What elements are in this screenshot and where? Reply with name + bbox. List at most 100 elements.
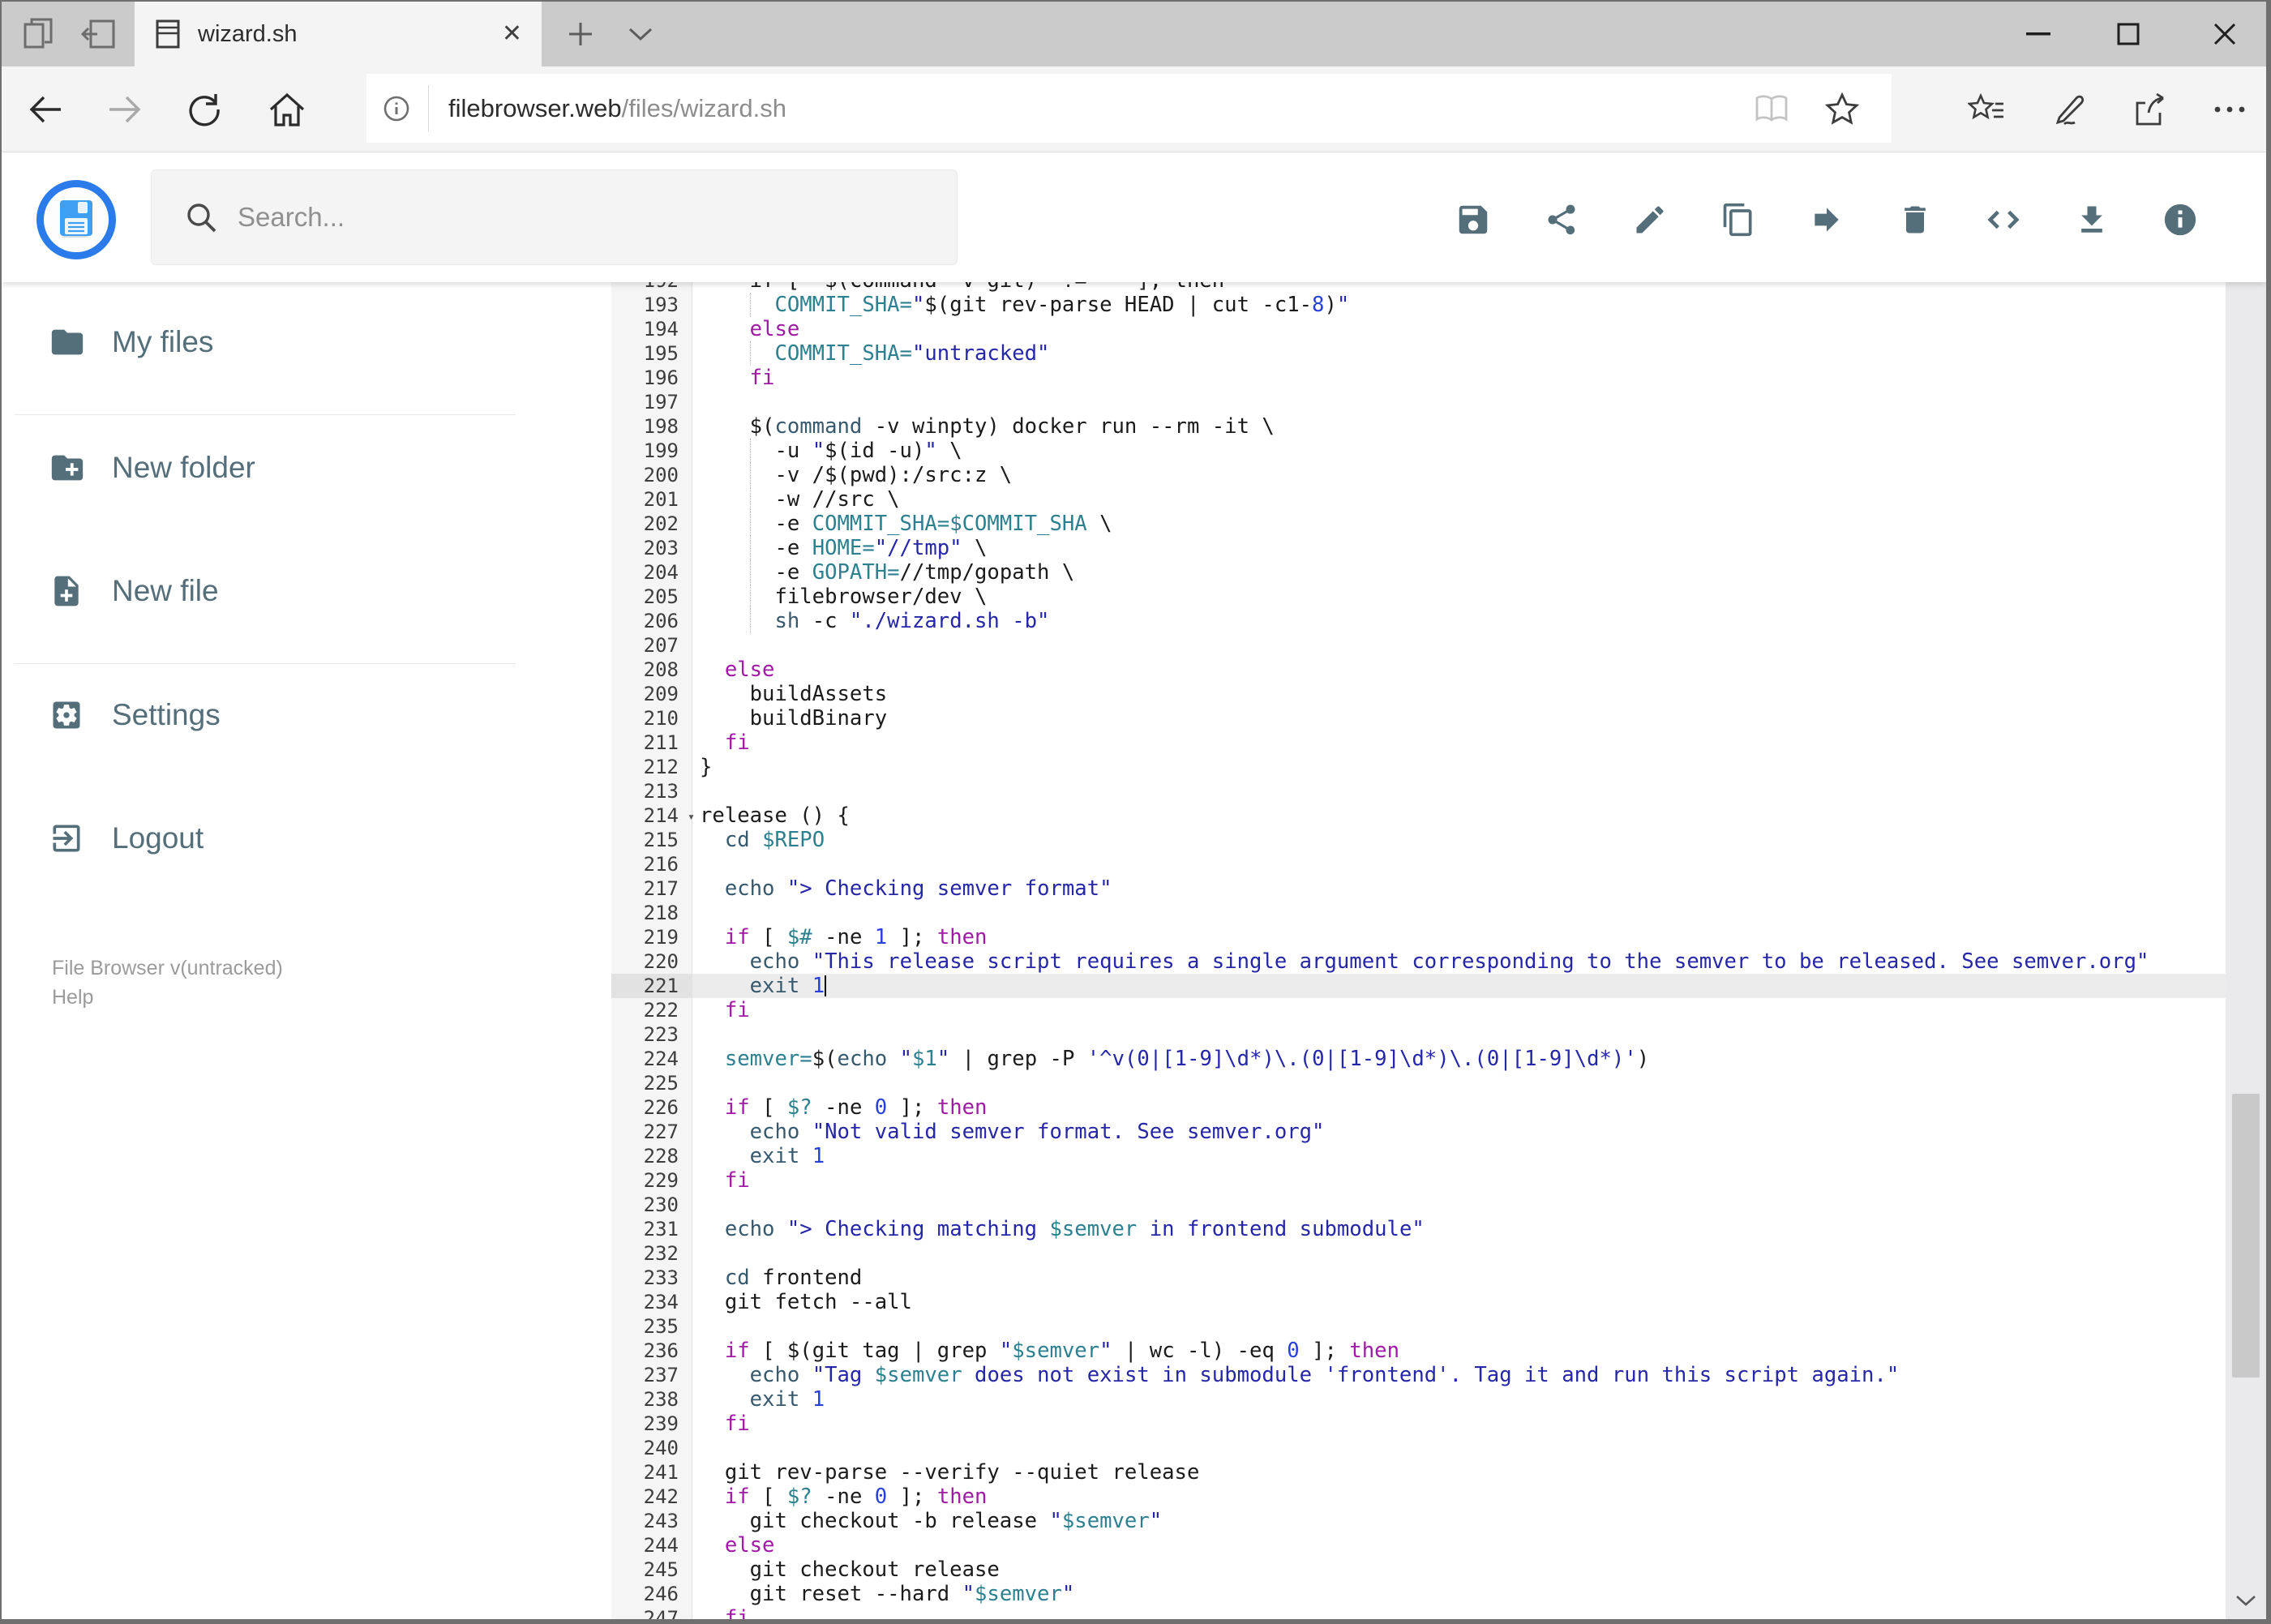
- minimize-icon[interactable]: [2002, 2, 2075, 66]
- code-row: -e GOPATH=//tmp/gopath \: [692, 560, 2228, 585]
- sidebar-item-new-file[interactable]: New file: [2, 560, 529, 622]
- tab-title: wizard.sh: [198, 20, 298, 47]
- gutter-cell: 222: [643, 999, 679, 1022]
- code-row: if [ $? -ne 0 ]; then: [724, 1485, 988, 1509]
- gutter-cell: 202: [643, 512, 679, 535]
- gutter-cell: 211: [643, 731, 679, 754]
- more-options-icon[interactable]: [2199, 66, 2260, 152]
- sidebar-item-settings[interactable]: Settings: [2, 684, 529, 746]
- sidebar-item-label: Logout: [112, 821, 204, 855]
- tab-preview-icon[interactable]: [13, 2, 65, 66]
- url-box[interactable]: filebrowser.web/files/wizard.sh: [366, 74, 1892, 143]
- code-row: -w //src \: [692, 487, 2228, 512]
- save-icon[interactable]: [1442, 189, 1504, 251]
- code-row: exit 1: [749, 1387, 825, 1412]
- home-icon[interactable]: [256, 66, 318, 152]
- code-row: semver=$(echo "$1" | grep -P '^v(0|[1-9]…: [724, 1047, 1650, 1071]
- help-link[interactable]: Help: [52, 986, 93, 1009]
- code-row: buildBinary: [700, 706, 888, 731]
- vertical-scrollbar[interactable]: [2226, 153, 2266, 1619]
- back-icon[interactable]: [15, 66, 76, 152]
- page-info-icon[interactable]: [383, 95, 410, 122]
- gutter-cell: 192: [611, 282, 692, 293]
- edit-icon[interactable]: [1619, 189, 1681, 251]
- code-row: cd $REPO: [724, 828, 825, 852]
- share-page-icon[interactable]: [2119, 66, 2181, 152]
- search-box[interactable]: Search...: [151, 169, 958, 265]
- tab-dropdown-icon[interactable]: [615, 2, 666, 66]
- code-row: git rev-parse --verify --quiet release: [700, 1460, 1200, 1485]
- code-row: [692, 633, 2228, 658]
- code-row: if [ $# -ne 1 ]; then: [724, 925, 988, 949]
- sidebar-item-my-files[interactable]: My files: [2, 311, 529, 373]
- favorites-hub-icon[interactable]: [1956, 66, 2017, 152]
- gutter-cell: 204: [643, 561, 679, 584]
- code-row: [692, 1314, 2228, 1339]
- url-path: /files/wizard.sh: [621, 93, 786, 122]
- scrollbar-thumb[interactable]: [2232, 1094, 2260, 1378]
- sidebar-item-logout[interactable]: Logout: [2, 808, 529, 869]
- code-row: if [ $(git tag | grep "$semver" | wc -l)…: [724, 1339, 1399, 1363]
- gutter-cell: 227: [643, 1121, 679, 1143]
- sidebar-item-new-folder[interactable]: New folder: [2, 437, 529, 499]
- code-icon[interactable]: [1973, 189, 2034, 251]
- maximize-icon[interactable]: [2092, 2, 2165, 66]
- tab-document-icon: [156, 19, 180, 49]
- share-icon[interactable]: [1531, 189, 1592, 251]
- gutter-cell: 216: [643, 853, 679, 876]
- url-host: filebrowser.web: [448, 93, 622, 122]
- move-icon[interactable]: [1796, 189, 1858, 251]
- reading-view-icon[interactable]: [1754, 94, 1789, 123]
- code-editor[interactable]: if [ "$(command -v git)" != "" ]; then C…: [611, 282, 2228, 1619]
- scroll-down-icon[interactable]: [2226, 1582, 2266, 1619]
- code-row: fi: [724, 731, 750, 755]
- code-row: filebrowser/dev \: [692, 585, 2228, 609]
- fold-marker-icon[interactable]: ▾: [688, 804, 695, 829]
- tab-wizard-sh[interactable]: wizard.sh ✕: [135, 2, 542, 66]
- sidebar: My files New folder New file Settings Lo…: [2, 282, 529, 1619]
- gutter-cell: 242: [643, 1485, 679, 1508]
- favorite-star-icon[interactable]: [1825, 92, 1859, 125]
- gutter-cell: 247: [643, 1607, 679, 1619]
- code-row: if [ "$(command -v git)" != "" ]; then: [692, 282, 2228, 293]
- code-row: COMMIT_SHA="untracked": [692, 341, 2228, 366]
- tab-close-icon[interactable]: ✕: [502, 22, 522, 46]
- gutter-cell: 207: [643, 634, 679, 657]
- copy-icon[interactable]: [1708, 189, 1769, 251]
- gutter-cell: 205: [643, 585, 679, 608]
- gutter-cell: 244: [643, 1534, 679, 1557]
- gutter-cell: 200: [643, 464, 679, 486]
- gutter-cell: 229: [643, 1169, 679, 1192]
- folder-icon: [49, 324, 86, 361]
- code-row: sh -c "./wizard.sh -b": [692, 609, 2228, 633]
- close-icon[interactable]: [2188, 2, 2261, 66]
- code-row: else: [724, 1533, 775, 1558]
- new-tab-icon[interactable]: [555, 2, 606, 66]
- code-row: exit 1: [692, 974, 2228, 998]
- info-icon[interactable]: [2149, 189, 2211, 251]
- refresh-icon[interactable]: [174, 66, 235, 152]
- delete-icon[interactable]: [1884, 189, 1946, 251]
- gutter-cell: 194: [643, 318, 679, 341]
- code-row: -v /$(pwd):/src:z \: [692, 463, 2228, 487]
- gutter-cell: 243: [643, 1510, 679, 1532]
- code-row: echo "Not valid semver format. See semve…: [749, 1120, 1325, 1144]
- search-placeholder: Search...: [238, 202, 345, 232]
- filebrowser-logo[interactable]: [36, 180, 116, 259]
- address-bar: filebrowser.web/files/wizard.sh: [2, 66, 2266, 152]
- gutter-cell: 233: [643, 1266, 679, 1289]
- sidebar-item-label: Settings: [112, 698, 221, 731]
- gutter-cell: 196: [643, 366, 679, 389]
- code-row: buildAssets: [700, 682, 888, 706]
- code-row: git fetch --all: [700, 1290, 912, 1314]
- web-note-icon[interactable]: [2037, 66, 2098, 152]
- code-row: [692, 1022, 2228, 1047]
- forward-icon[interactable]: [94, 66, 156, 152]
- gutter-cell: 228: [643, 1145, 679, 1168]
- code-row: [692, 390, 2228, 414]
- code-row: git checkout release: [700, 1558, 1000, 1582]
- code-row: echo "> Checking semver format": [724, 876, 1112, 901]
- code-row: echo "Tag $semver does not exist in subm…: [749, 1363, 1900, 1387]
- tabs-set-aside-icon[interactable]: [73, 2, 125, 66]
- download-icon[interactable]: [2061, 189, 2123, 251]
